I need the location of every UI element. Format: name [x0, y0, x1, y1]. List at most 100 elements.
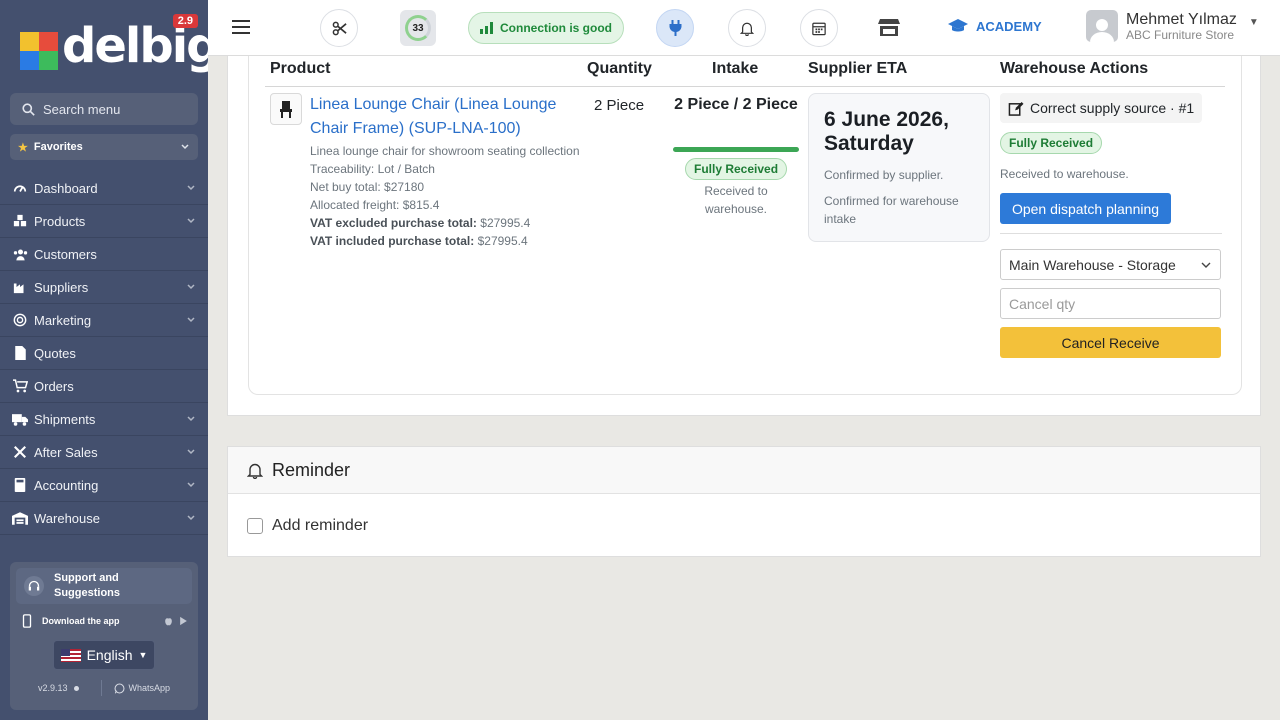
chevron-down-icon [187, 284, 195, 290]
signal-icon [480, 22, 493, 34]
task-counter[interactable]: 33 [400, 10, 436, 46]
google-play-icon[interactable] [179, 616, 188, 626]
quantity-value: 2 Piece [594, 97, 645, 114]
search-menu-input[interactable]: Search menu [10, 93, 198, 125]
sidebar-item-orders[interactable]: Orders [0, 370, 208, 403]
supply-source-label: Correct supply source · #1 [1030, 100, 1195, 116]
intake-status-badge: Fully Received [685, 158, 788, 180]
sidebar-item-shipments[interactable]: Shipments [0, 403, 208, 436]
warehouse-note: Received to warehouse. [1000, 167, 1129, 181]
sidebar-item-label: Quotes [34, 345, 76, 361]
logo-mark [20, 32, 58, 70]
caret-down-icon: ▼ [138, 650, 148, 660]
product-link[interactable]: Linea Lounge Chair (Linea Lounge Chair F… [310, 93, 580, 141]
sidebar-item-accounting[interactable]: Accounting [0, 469, 208, 502]
counter-ring: 33 [405, 15, 431, 41]
sidebar-item-dashboard[interactable]: Dashboard [0, 172, 208, 205]
sidebar-item-customers[interactable]: Customers [0, 238, 208, 271]
tools-button[interactable] [320, 9, 358, 47]
sidebar-item-label: Accounting [34, 477, 99, 493]
chevron-down-icon [187, 416, 195, 422]
warehouse-select-value: Main Warehouse - Storage [1009, 256, 1176, 273]
open-dispatch-planning-button[interactable]: Open dispatch planning [1000, 193, 1171, 224]
warehouse-status-badge: Fully Received [1000, 132, 1103, 154]
store-icon[interactable] [878, 18, 900, 37]
chevron-down-icon [187, 482, 195, 488]
vat-excluded-value: $27995.4 [480, 216, 531, 230]
phone-icon [22, 614, 32, 628]
divider [100, 680, 102, 696]
intake-progress-bar [673, 147, 799, 152]
sidebar-item-label: Suppliers [34, 279, 89, 295]
search-placeholder: Search menu [43, 101, 121, 117]
whatsapp-link[interactable]: WhatsApp [114, 683, 171, 694]
user-menu[interactable]: Mehmet Yılmaz ABC Furniture Store ▼ [1086, 10, 1259, 42]
calculator-icon [12, 478, 28, 492]
academy-link[interactable]: ACADEMY [948, 19, 1042, 34]
sidebar-item-suppliers[interactable]: Suppliers [0, 271, 208, 304]
header-intake: Intake [712, 60, 759, 77]
sidebar-item-products[interactable]: Products [0, 205, 208, 238]
truck-icon [12, 413, 28, 426]
actions-divider [1000, 233, 1222, 234]
eta-confirmed-for: Confirmed for warehouse intake [824, 194, 959, 226]
calendar-button[interactable] [800, 9, 838, 47]
chevron-down-icon [187, 218, 195, 224]
vat-included-row: VAT included purchase total: $27995.4 [310, 232, 580, 250]
correct-supply-source-button[interactable]: Correct supply source · #1 [1000, 93, 1203, 123]
order-items-table: Product Quantity Intake Supplier ETA War… [248, 40, 1242, 395]
sidebar-item-label: Marketing [34, 312, 92, 328]
whatsapp-label: WhatsApp [128, 683, 171, 693]
warehouse-icon [12, 511, 28, 525]
user-silhouette-icon [1090, 19, 1114, 42]
chevron-down-icon [187, 515, 195, 521]
download-app-label: Download the app [42, 616, 120, 626]
headset-icon [24, 576, 44, 596]
favorites-toggle[interactable]: ★ Favorites [10, 134, 198, 160]
sidebar: delbig 2.9 Search menu ★ Favorites Dashb… [0, 0, 208, 720]
product-description: Linea lounge chair for showroom seating … [310, 144, 580, 158]
sidebar-item-warehouse[interactable]: Warehouse [0, 502, 208, 535]
download-app-row[interactable]: Download the app [22, 614, 188, 628]
app-version: v2.9.13 [38, 683, 68, 693]
chevron-down-icon [181, 144, 189, 150]
sidebar-item-quotes[interactable]: Quotes [0, 337, 208, 370]
avatar [1086, 10, 1118, 42]
chevron-down-icon [187, 449, 195, 455]
vat-included-value: $27995.4 [477, 234, 528, 248]
sidebar-item-label: After Sales [34, 444, 98, 460]
bullseye-icon [12, 313, 28, 327]
tools-icon [12, 445, 28, 459]
sidebar-item-marketing[interactable]: Marketing [0, 304, 208, 337]
cancel-qty-input[interactable] [1000, 288, 1221, 319]
plug-icon [669, 20, 681, 36]
cubes-icon [12, 214, 28, 228]
language-selector[interactable]: English ▼ [53, 640, 155, 670]
connection-status: Connection is good [468, 12, 624, 44]
support-panel: Support and Suggestions Download the app… [10, 562, 198, 710]
warehouse-select[interactable]: Main Warehouse - Storage [1000, 249, 1221, 280]
product-thumbnail[interactable] [270, 93, 302, 125]
apple-icon[interactable] [164, 616, 173, 626]
sidebar-item-after-sales[interactable]: After Sales [0, 436, 208, 469]
supplier-eta-box: 6 June 2026, Saturday Confirmed by suppl… [808, 93, 990, 242]
add-reminder-label[interactable]: Add reminder [272, 517, 368, 535]
logo[interactable]: delbig 2.9 [0, 0, 208, 84]
support-footer: v2.9.13 WhatsApp [10, 680, 198, 696]
hamburger-menu-icon[interactable] [232, 19, 250, 35]
add-reminder-checkbox[interactable] [247, 518, 263, 534]
file-icon [12, 346, 28, 360]
chevron-down-icon [187, 185, 195, 191]
calendar-icon [812, 22, 826, 35]
vat-included-label: VAT included purchase total: [310, 234, 475, 248]
support-suggestions-button[interactable]: Support and Suggestions [16, 568, 192, 604]
product-allocated-freight: Allocated freight: $815.4 [310, 198, 440, 212]
cancel-receive-button[interactable]: Cancel Receive [1000, 327, 1221, 358]
header-supplier-eta: Supplier ETA [808, 60, 908, 77]
language-label: English [86, 647, 133, 663]
notifications-button[interactable] [728, 9, 766, 47]
integration-button[interactable] [656, 9, 694, 47]
sidebar-nav: Dashboard Products Customers Suppliers M… [0, 172, 208, 535]
vat-excluded-label: VAT excluded purchase total: [310, 216, 477, 230]
whatsapp-icon [114, 683, 125, 693]
